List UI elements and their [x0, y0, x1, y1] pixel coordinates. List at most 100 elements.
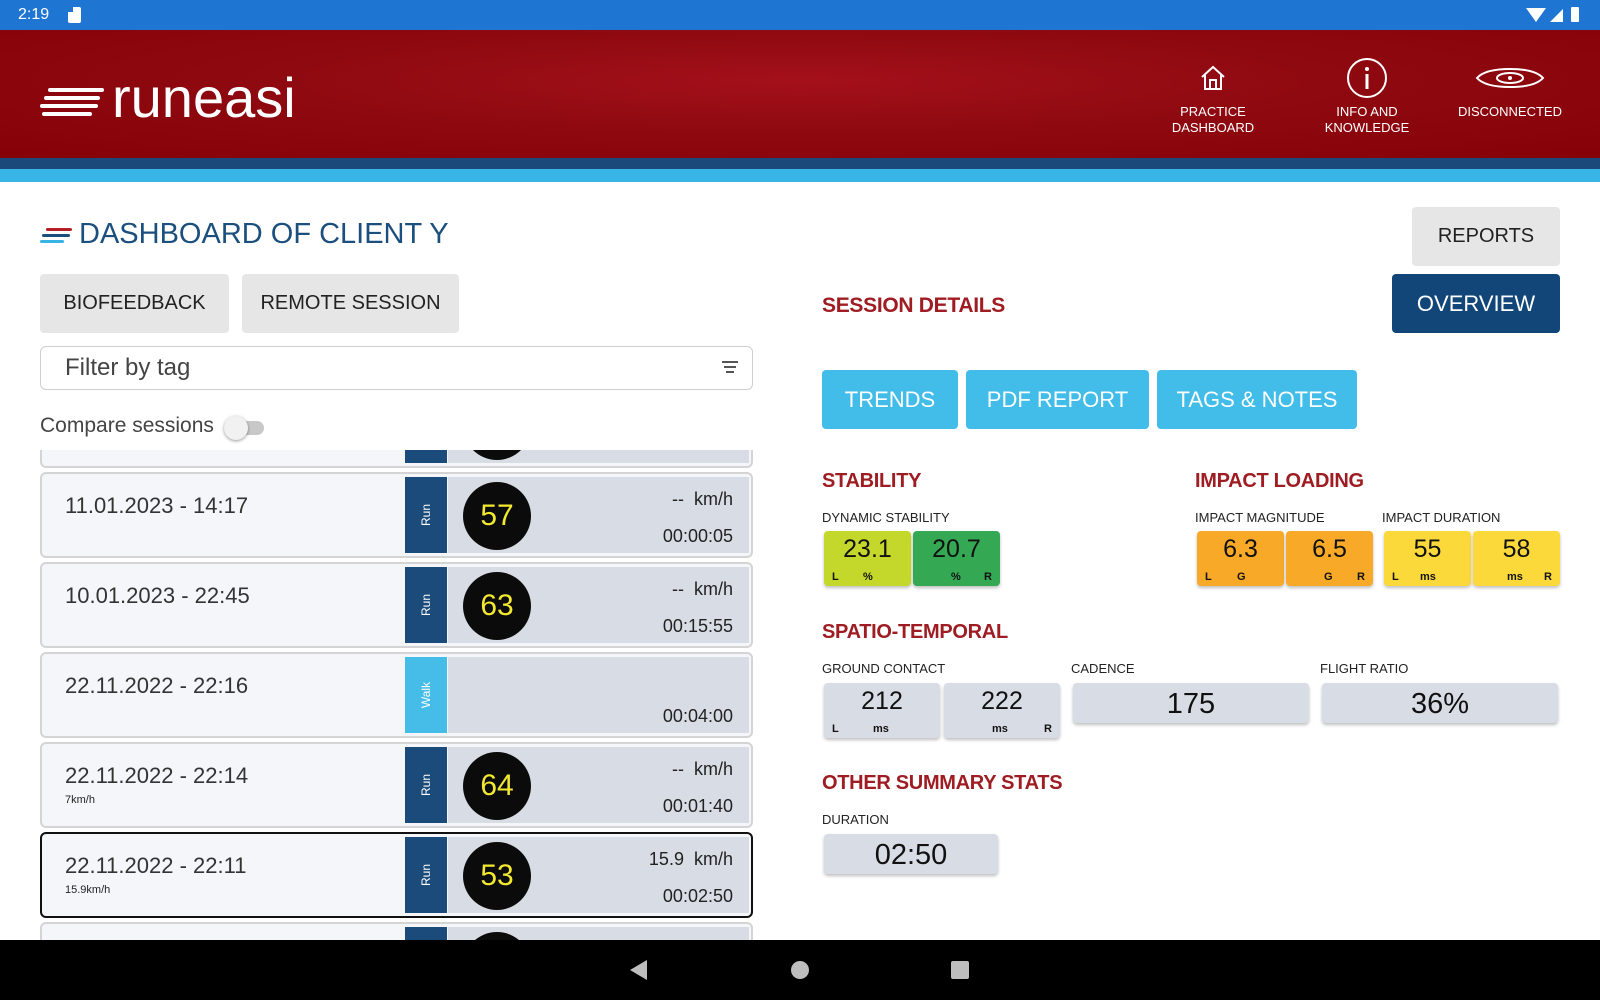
session-duration: 00:15:55 [662, 616, 733, 636]
list-item[interactable]: 22.11.2022 - 22:14 7km/h Run 64 -- km/h … [40, 742, 753, 828]
session-panel [448, 450, 749, 463]
impact-magnitude-label: IMPACT MAGNITUDE [1195, 510, 1325, 525]
session-panel [448, 927, 749, 940]
session-panel: 53 15.9 km/h 00:02:50 [448, 837, 749, 913]
nav-sensor-status[interactable]: DISCONNECTED [1440, 54, 1580, 120]
home-icon [1201, 65, 1225, 90]
filter-input[interactable] [65, 353, 685, 383]
side-left-label: L [832, 723, 839, 735]
spatio-temporal-title: SPATIO-TEMPORAL [822, 621, 1008, 643]
session-duration: 00:04:00 [662, 706, 733, 726]
session-panel: 00:04:00 [448, 657, 749, 733]
speed-value: -- [671, 489, 684, 509]
session-speed: 15.9 km/h [649, 849, 733, 870]
nav-info-knowledge[interactable]: INFO AND KNOWLEDGE [1297, 54, 1437, 136]
sd-card-icon [68, 7, 81, 23]
session-speed: -- km/h [672, 759, 733, 780]
session-date: 22.11.2022 - 22:16 [65, 673, 249, 698]
header-stripe-light [0, 169, 1600, 182]
tags-notes-button[interactable]: TAGS & NOTES [1157, 370, 1357, 429]
remote-session-button[interactable]: REMOTE SESSION [242, 274, 459, 333]
unit-label: % [863, 571, 873, 583]
stability-left-value: 23.1 [843, 535, 892, 563]
session-subtitle: 7km/h [65, 794, 95, 806]
unit-label: ms [873, 723, 889, 735]
session-duration: 00:00:05 [662, 526, 733, 546]
recent-apps-icon[interactable] [951, 961, 969, 979]
nav-info-knowledge-label: INFO AND KNOWLEDGE [1324, 104, 1410, 135]
back-icon[interactable] [630, 960, 647, 980]
trends-button[interactable]: TRENDS [822, 370, 958, 429]
reports-button[interactable]: REPORTS [1412, 207, 1560, 266]
cadence-label: CADENCE [1071, 661, 1135, 676]
impact-magnitude-left-value: 6.3 [1223, 535, 1258, 563]
ground-contact-right-value: 222 [981, 687, 1023, 715]
nav-practice-dashboard[interactable]: PRACTICE DASHBOARD [1143, 54, 1283, 136]
impact-magnitude-left-box: 6.3 L G [1197, 531, 1284, 586]
impact-duration-left-box: 55 L ms [1384, 531, 1471, 586]
session-type-label: Run [418, 503, 433, 527]
compare-sessions-toggle[interactable] [224, 416, 264, 440]
session-type-tag: Walk [405, 657, 447, 733]
score-badge [463, 932, 531, 940]
home-circle-icon[interactable] [791, 961, 809, 979]
side-right-label: R [1544, 571, 1552, 583]
score-badge: 57 [463, 482, 531, 550]
flight-ratio-label: FLIGHT RATIO [1320, 661, 1409, 676]
speed-value: -- [671, 579, 684, 599]
nav-sensor-status-label: DISCONNECTED [1457, 104, 1562, 119]
side-left-label: L [832, 571, 839, 583]
dynamic-stability-label: DYNAMIC STABILITY [822, 510, 950, 525]
impact-magnitude-right-value: 6.5 [1312, 535, 1347, 563]
logo-text: runeasi [112, 66, 296, 129]
side-right-label: R [1357, 571, 1365, 583]
overview-button[interactable]: OVERVIEW [1392, 274, 1560, 333]
session-type-label: Run [418, 593, 433, 617]
session-subtitle: 15.9km/h [65, 884, 111, 896]
filter-by-tag-field[interactable] [40, 346, 753, 390]
duration-label: DURATION [822, 812, 889, 827]
stability-title: STABILITY [822, 470, 922, 492]
list-item[interactable]: 22.11.2022 - 22:16 Walk 00:04:00 [40, 652, 753, 738]
session-duration: 00:02:50 [662, 886, 733, 906]
stability-left-box: 23.1 L % [824, 531, 911, 586]
unit-label: ms [1420, 571, 1436, 583]
score-badge [463, 450, 531, 460]
impact-magnitude-right-box: 6.5 G R [1286, 531, 1373, 586]
session-duration: 00:01:40 [662, 796, 733, 816]
unit-label: G [1237, 571, 1246, 583]
score-badge: 53 [463, 842, 531, 910]
title-speed-lines-icon [40, 228, 72, 246]
session-type-label: Run [418, 773, 433, 797]
list-item-partial[interactable] [40, 450, 753, 468]
speed-value: 15.9 [648, 849, 684, 869]
session-speed: -- km/h [672, 579, 733, 600]
ground-contact-right-box: 222 ms R [944, 683, 1060, 738]
stability-right-box: 20.7 % R [913, 531, 1000, 586]
list-item[interactable]: 10.01.2023 - 22:45 Run 63 -- km/h 00:15:… [40, 562, 753, 648]
sensor-icon [1475, 67, 1545, 89]
list-item[interactable]: 11.01.2023 - 14:17 Run 57 -- km/h 00:00:… [40, 472, 753, 558]
app-header: runeasi PRACTICE DASHBOARD INFO AND KNOW… [0, 30, 1600, 158]
list-item-partial[interactable] [40, 922, 753, 940]
speed-unit: km/h [693, 759, 733, 779]
flight-ratio-box: 36% [1322, 683, 1558, 723]
session-details-title: SESSION DETAILS [822, 294, 1005, 317]
side-left-label: L [1392, 571, 1399, 583]
list-item-selected[interactable]: 22.11.2022 - 22:11 15.9km/h Run 53 15.9 … [40, 832, 753, 918]
unit-label: % [951, 571, 961, 583]
impact-duration-left-value: 55 [1413, 535, 1442, 563]
biofeedback-button[interactable]: BIOFEEDBACK [40, 274, 229, 333]
session-type-label: Run [418, 863, 433, 887]
signal-icon [1550, 9, 1563, 22]
session-list[interactable]: 11.01.2023 - 14:17 Run 57 -- km/h 00:00:… [40, 450, 753, 940]
ground-contact-left-value: 212 [861, 687, 903, 715]
speed-unit: km/h [693, 849, 733, 869]
pdf-report-button[interactable]: PDF REPORT [966, 370, 1149, 429]
flight-ratio-value: 36% [1410, 688, 1470, 720]
session-type-tag: Run [405, 747, 447, 823]
duration-value: 02:50 [874, 839, 948, 871]
unit-label: ms [1507, 571, 1523, 583]
side-right-label: R [1044, 723, 1052, 735]
filter-icon[interactable] [722, 361, 738, 375]
